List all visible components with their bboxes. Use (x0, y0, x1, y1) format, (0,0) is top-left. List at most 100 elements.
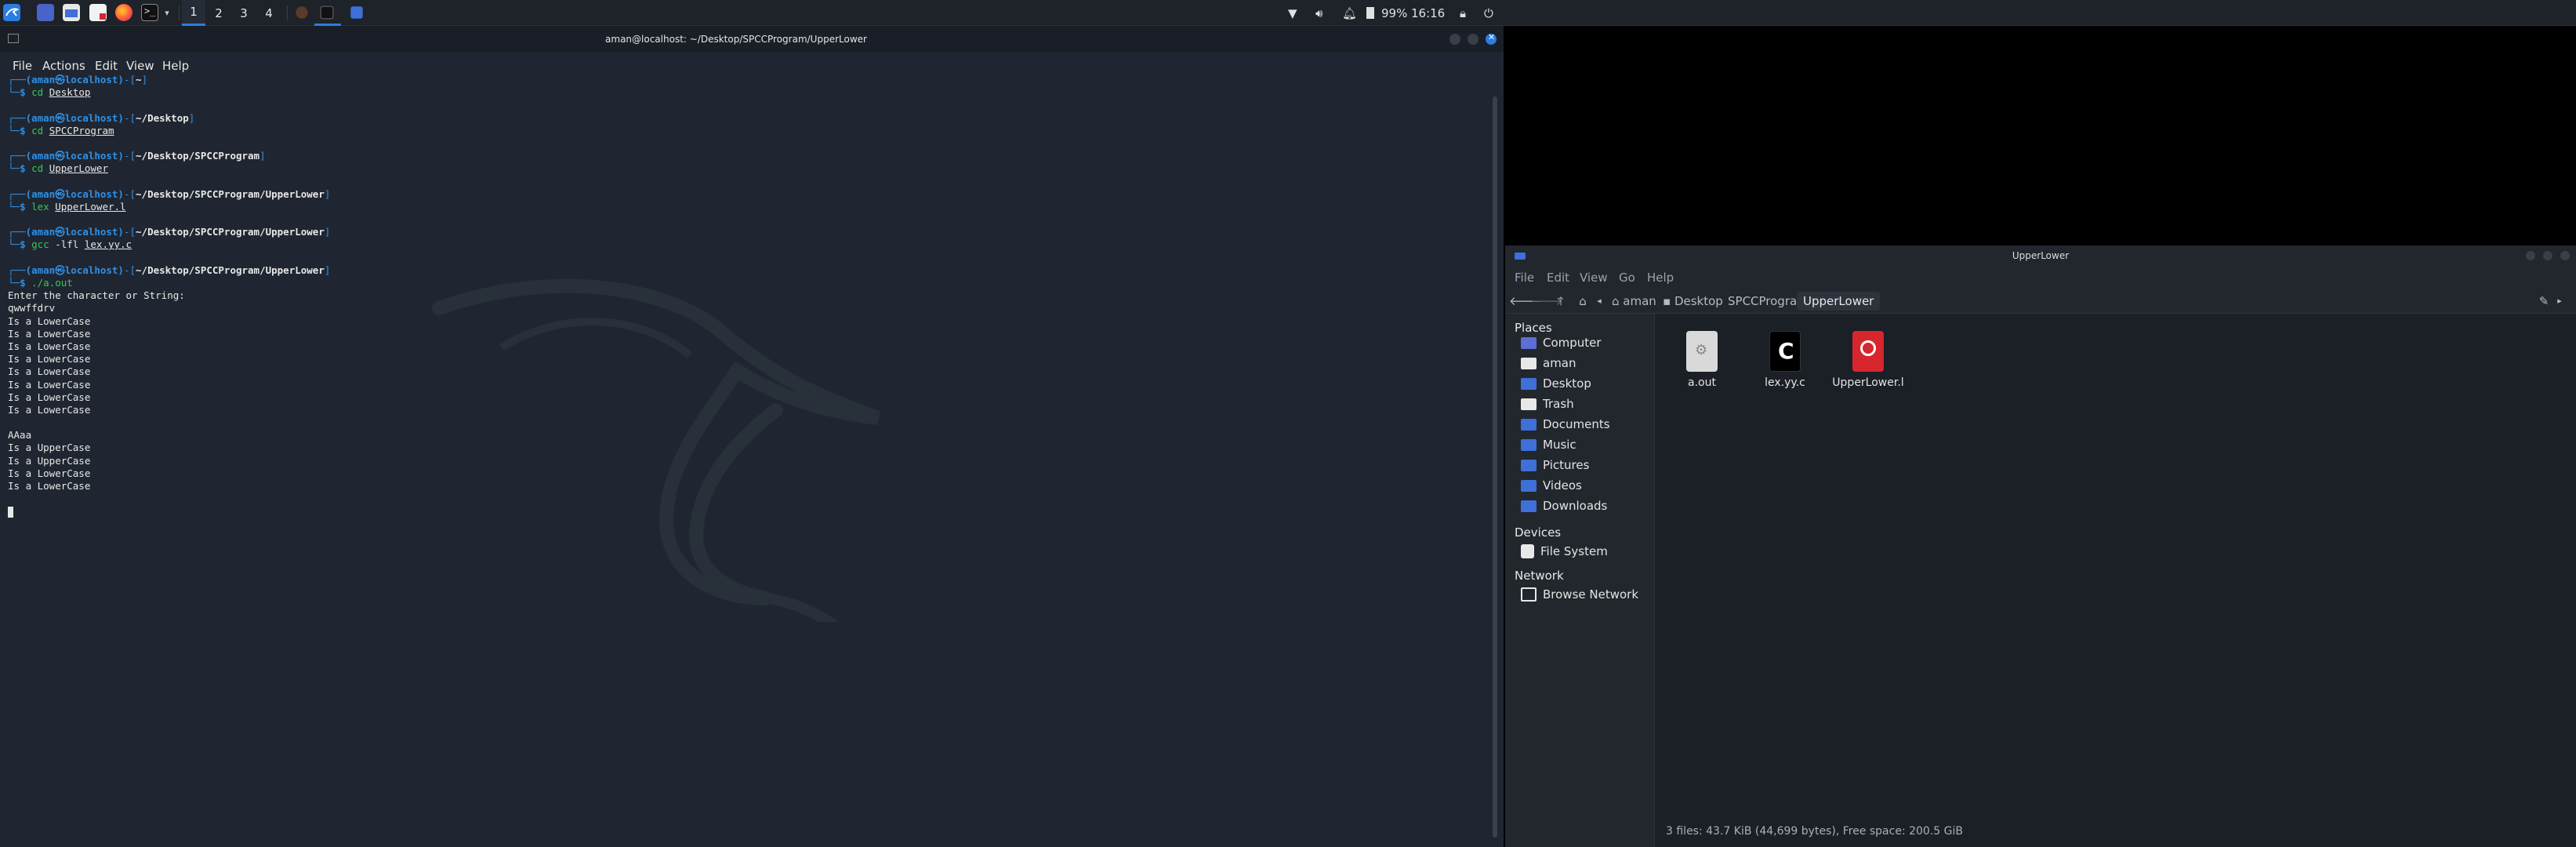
prompt-user-host: (aman㉿localhost) (25, 187, 124, 200)
prompt-bracket: ┌── (8, 111, 26, 124)
prompt-path: ~/Desktop/SPCCProgram/UpperLower (136, 264, 325, 276)
taskbar-file-manager-icon[interactable] (350, 6, 363, 19)
power-icon[interactable]: ⏻ (1484, 0, 1498, 26)
sidebar-item-downloads[interactable]: Downloads (1521, 497, 1607, 514)
prompt-user-host: (aman㉿localhost) (25, 111, 124, 124)
battery-icon[interactable] (1366, 0, 1377, 26)
chevron-down-icon[interactable]: ▾ (161, 0, 173, 26)
terminal-scrollbar[interactable] (1493, 96, 1497, 838)
downloads-folder-icon (1521, 500, 1537, 512)
volume-icon[interactable]: 🔊︎ (1315, 0, 1333, 26)
breadcrumb-desktop[interactable]: ▪ Desktop (1656, 292, 1729, 311)
sidebar-item-label: Downloads (1543, 499, 1608, 513)
fm-maximize-button[interactable] (2543, 251, 2552, 260)
output-line: Is a LowerCase (8, 467, 91, 479)
file-item-lex-yy-c[interactable]: C lex.yy.c (1747, 323, 1823, 398)
minimize-button[interactable] (1449, 34, 1460, 45)
workspace-3[interactable]: 3 (232, 0, 256, 26)
vpn-icon[interactable]: ▼ (1288, 0, 1302, 26)
prompt-path: ~/Desktop/SPCCProgram (136, 150, 260, 162)
prompt-user-host: (aman㉿localhost) (25, 74, 124, 85)
prompt-bracket: ┌── (8, 264, 26, 276)
lock-icon[interactable]: 🔒︎ (1460, 0, 1472, 26)
sidebar-item-browse-network[interactable]: Browse Network (1521, 586, 1638, 603)
close-button[interactable]: ✕ (1486, 32, 1497, 45)
fm-menu-help[interactable]: Help (1647, 266, 1674, 289)
prompt-bracket: └─ (8, 277, 20, 289)
taskbar-terminal-icon[interactable] (320, 5, 334, 20)
sidebar-item-pictures[interactable]: Pictures (1521, 456, 1589, 474)
sidebar-item-desktop[interactable]: Desktop (1521, 375, 1591, 392)
lex-file-icon (1852, 331, 1884, 372)
fm-menu-view[interactable]: View (1580, 266, 1608, 289)
text-editor-icon[interactable] (89, 4, 107, 21)
prompt-bracket: ] (259, 150, 266, 162)
sidebar-item-trash[interactable]: Trash (1521, 395, 1574, 413)
kali-menu-icon[interactable] (3, 4, 20, 21)
forward-arrow-icon[interactable]: 🡒 (1531, 293, 1562, 309)
command-line: └─$ ./a.out (8, 277, 1482, 289)
edit-path-icon[interactable]: ✎ (2536, 293, 2552, 309)
workspace-switcher-icon[interactable] (37, 4, 54, 21)
workspace-2[interactable]: 2 (207, 0, 230, 26)
fm-minimize-button[interactable] (2526, 251, 2535, 260)
command-name: lex (31, 200, 49, 213)
file-name: lex.yy.c (1765, 376, 1805, 389)
workspace-1[interactable]: 1 (182, 0, 205, 26)
sidebar-item-aman[interactable]: aman (1521, 354, 1576, 372)
breadcrumb-right-icon[interactable]: ▸ (2554, 293, 2565, 309)
file-manager-icon[interactable] (63, 4, 80, 21)
workspace-4[interactable]: 4 (257, 0, 281, 26)
output-line: Is a LowerCase (8, 365, 91, 378)
top-panel: >_ ▾ 1 2 3 4 ▼ 🔊︎ 🔔︎ 99% 16:16 🔒︎ ⏻ (0, 0, 2576, 26)
back-arrow-icon[interactable]: 🡐 (1509, 293, 1540, 309)
prompt-line: ┌──(aman㉿localhost)-[~/Desktop/SPCCProgr… (8, 264, 1482, 277)
sidebar-item-music[interactable]: Music (1521, 436, 1576, 453)
file-manager-titlebar[interactable]: UpperLower (1505, 245, 2576, 266)
fm-close-button[interactable] (2560, 251, 2570, 260)
command-name: cd (31, 86, 44, 99)
prompt-bracket: ┌── (8, 187, 26, 200)
battery-percent: 99% (1381, 5, 1408, 20)
output-line: Is a LowerCase (8, 480, 91, 492)
sidebar-item-file-system[interactable]: File System (1521, 543, 1608, 560)
prompt-bracket: └─ (8, 124, 20, 136)
breadcrumb-left-icon[interactable]: ◂ (1594, 293, 1605, 309)
file-item-a-out[interactable]: ⚙ a.out (1664, 323, 1740, 398)
command-argument: lex.yy.c (84, 238, 132, 251)
home-icon[interactable]: ⌂ (1575, 293, 1591, 309)
terminal-window: aman@localhost: ~/Desktop/SPCCProgram/Up… (0, 26, 1504, 847)
sidebar-item-documents[interactable]: Documents (1521, 416, 1610, 433)
file-item-upperlower-l[interactable]: UpperLower.l (1830, 323, 1906, 398)
file-view[interactable]: ⚙ a.out C lex.yy.c UpperLower.l (1655, 314, 2576, 816)
output-line: Is a LowerCase (8, 391, 91, 403)
fm-menu-edit[interactable]: Edit (1547, 266, 1569, 289)
prompt-bracket: ┌── (8, 74, 26, 85)
videos-folder-icon (1521, 479, 1537, 492)
fm-menu-file[interactable]: File (1515, 266, 1534, 289)
up-arrow-icon[interactable]: 🡑 (1553, 293, 1569, 309)
clock[interactable]: 16:16 (1411, 0, 1445, 26)
prompt-path: ~/Desktop/SPCCProgram/UpperLower (136, 187, 325, 200)
prompt-bracket: -[ (123, 226, 136, 238)
breadcrumb-upperlower[interactable]: UpperLower (1797, 292, 1881, 311)
breadcrumb-aman[interactable]: ⌂ aman (1605, 292, 1663, 311)
trash-icon (1521, 398, 1537, 410)
notification-bell-icon[interactable]: 🔔︎ (1342, 0, 1358, 26)
prompt-bracket: -[ (123, 111, 136, 124)
sidebar-item-label: aman (1543, 356, 1576, 370)
sidebar-item-videos[interactable]: Videos (1521, 477, 1582, 494)
sidebar-item-label: Pictures (1543, 458, 1590, 472)
firefox-icon[interactable] (115, 4, 132, 21)
terminal-titlebar[interactable]: aman@localhost: ~/Desktop/SPCCProgram/Up… (0, 26, 1504, 53)
maximize-button[interactable] (1468, 34, 1478, 45)
terminal-output[interactable]: ┌──(aman㉿localhost)-[~] └─$ cd Desktop ┌──… (8, 74, 1482, 842)
prompt-line: ┌──(aman㉿localhost)-[~/Desktop] (8, 112, 1482, 125)
command-line: └─$ lex UpperLower.l (8, 201, 1482, 213)
terminal-icon[interactable]: >_ (141, 4, 158, 21)
taskbar-burp-icon[interactable] (296, 6, 308, 19)
sidebar-item-computer[interactable]: Computer (1521, 334, 1602, 351)
fm-menu-go[interactable]: Go (1619, 266, 1635, 289)
